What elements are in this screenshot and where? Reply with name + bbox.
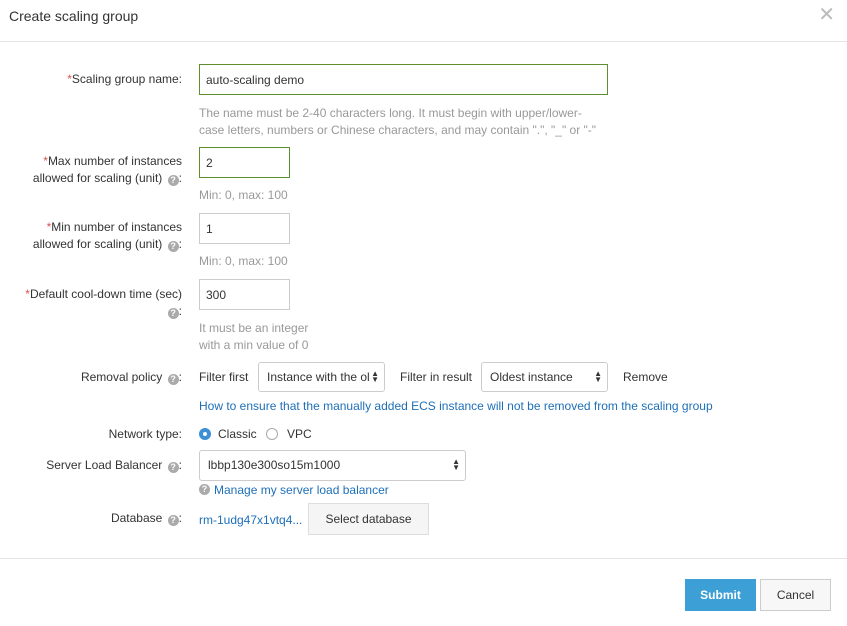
network-type-label: Network type: xyxy=(108,427,182,441)
network-classic-label: Classic xyxy=(218,427,257,441)
help-icon[interactable]: ? xyxy=(167,175,179,186)
filter-in-result-select[interactable]: Oldest instance ▲ ▼ xyxy=(481,362,608,392)
max-instances-label: *Max number of instances allowed for sca… xyxy=(32,154,182,186)
cooldown-input[interactable] xyxy=(199,279,290,310)
network-classic-radio[interactable] xyxy=(199,428,211,440)
dialog-title: Create scaling group xyxy=(9,8,139,24)
cooldown-label: *Default cool-down time (sec) ?: xyxy=(25,287,182,319)
removal-policy-label: Removal policy ?: xyxy=(80,370,182,385)
min-instances-hint: Min: 0, max: 100 xyxy=(199,254,288,268)
scaling-group-name-label: *Scaling group name: xyxy=(67,72,182,86)
close-icon[interactable]: ✕ xyxy=(818,5,835,25)
scaling-group-name-input[interactable] xyxy=(199,64,608,95)
filter-in-result-label: Filter in result xyxy=(400,370,473,384)
footer-divider xyxy=(0,558,847,559)
min-instances-input[interactable] xyxy=(199,213,290,244)
network-vpc-radio[interactable] xyxy=(266,428,278,440)
select-arrows-icon: ▲ ▼ xyxy=(371,369,379,384)
remove-label: Remove xyxy=(623,370,668,384)
select-arrows-icon: ▲ ▼ xyxy=(452,457,460,472)
help-icon[interactable]: ? xyxy=(167,374,179,385)
database-value[interactable]: rm-1udg47x1vtq4... xyxy=(199,512,302,528)
help-icon[interactable]: ? xyxy=(167,241,179,252)
slb-select[interactable]: lbbp130e300so15m1000 ▲ ▼ xyxy=(199,450,466,481)
min-instances-label: *Min number of instances allowed for sca… xyxy=(32,220,182,252)
database-label: Database ?: xyxy=(110,511,182,526)
help-icon: ? xyxy=(199,484,210,495)
select-database-button[interactable]: Select database xyxy=(308,503,429,535)
dialog-header: Create scaling group ✕ xyxy=(0,0,847,42)
filter-first-label: Filter first xyxy=(199,370,249,384)
cooldown-hint: It must be an integer with a min value of… xyxy=(199,321,309,352)
manage-slb-link[interactable]: Manage my server load balancer xyxy=(214,482,389,498)
removal-help-link[interactable]: How to ensure that the manually added EC… xyxy=(199,398,713,414)
network-vpc-label: VPC xyxy=(287,427,312,441)
scaling-group-name-hint: The name must be 2-40 characters long. I… xyxy=(199,106,597,137)
max-instances-hint: Min: 0, max: 100 xyxy=(199,188,288,202)
select-arrows-icon: ▲ ▼ xyxy=(594,369,602,384)
max-instances-input[interactable] xyxy=(199,147,290,178)
slb-label: Server Load Balancer ?: xyxy=(46,458,182,473)
filter-first-select[interactable]: Instance with the ol ▲ ▼ xyxy=(258,362,385,392)
help-icon[interactable]: ? xyxy=(167,308,179,319)
help-icon[interactable]: ? xyxy=(167,515,179,526)
help-icon[interactable]: ? xyxy=(167,462,179,473)
cancel-button[interactable]: Cancel xyxy=(760,579,831,611)
submit-button[interactable]: Submit xyxy=(685,579,756,611)
